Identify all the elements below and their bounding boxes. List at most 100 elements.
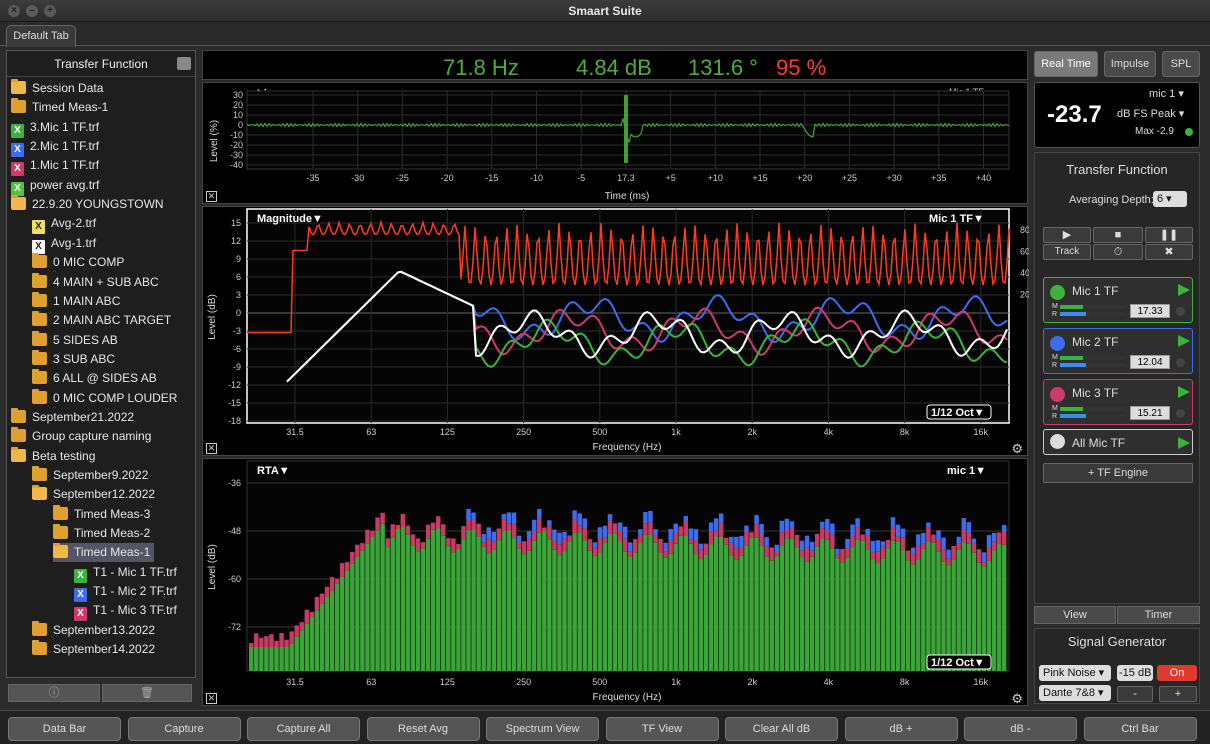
view-button[interactable]: View [1034, 606, 1116, 624]
rta-bar [799, 557, 805, 671]
tree-item[interactable]: 0 MIC COMP [32, 253, 124, 272]
tree-item[interactable]: 5 SIDES AB [32, 330, 118, 350]
tab-default[interactable]: Default Tab [6, 25, 76, 47]
transfer-function-plot[interactable]: Level (dB) Frequency (Hz) 15 12 9 6 3 0 -3 -6 -9… [202, 206, 1029, 457]
rta-smoothing-label[interactable]: 1/12 Oct▼ [931, 657, 985, 669]
delete-icon[interactable]: 🗑 [102, 684, 192, 702]
cmd-button-capture-all[interactable]: Capture All [247, 717, 360, 741]
tree-item[interactable]: 0 MIC COMP LOUDER [32, 388, 177, 408]
tree-item[interactable]: Group capture naming [11, 427, 151, 446]
rta-source-label[interactable]: mic 1▼ [947, 465, 986, 477]
tree-item[interactable]: X 2.Mic 1 TF.trf [11, 137, 99, 158]
rta-bar [825, 539, 830, 671]
tf-engine-3[interactable]: Mic 3 TF M R 15.21 [1043, 379, 1193, 425]
tf-engine-2[interactable]: Mic 2 TF M R 12.04 [1043, 328, 1193, 374]
tf-engine-1[interactable]: Mic 1 TF M R 17.33 [1043, 277, 1193, 323]
delay-value[interactable]: 12.04 [1130, 355, 1170, 369]
tree-item[interactable]: September21.2022 [11, 407, 134, 427]
signal-type-select[interactable]: Pink Noise ▾ [1039, 665, 1111, 681]
cmd-button-tf-view[interactable]: TF View [605, 717, 719, 741]
rta-bar [825, 530, 830, 540]
stop-icon[interactable]: ■ [1093, 227, 1143, 243]
rta-scale-label[interactable]: RTA▼ [257, 465, 290, 477]
signal-output-select[interactable]: Dante 7&8 ▾ [1039, 685, 1111, 701]
tree-item[interactable]: September13.2022 [32, 620, 155, 640]
meter-unit-select[interactable]: dB FS Peak ▾ [1117, 107, 1184, 120]
meter-max: Max -2.9 [1135, 126, 1174, 137]
close-plot-icon[interactable]: ✕ [206, 693, 217, 704]
rta-plot[interactable]: Level (dB) Frequency (Hz) -36 -48 -60 -72 31… [202, 458, 1028, 706]
tree-item[interactable]: Timed Meas-2 [53, 524, 150, 543]
tree-item[interactable]: 22.9.20 YOUNGSTOWN [11, 195, 164, 214]
sidebar-menu-icon[interactable] [177, 57, 191, 70]
tree-item[interactable]: Session Data [11, 79, 103, 98]
close-plot-icon[interactable]: ✕ [206, 443, 217, 454]
settings-gear-icon[interactable]: ⚙ [1011, 691, 1023, 707]
timer-button[interactable]: Timer [1117, 606, 1200, 624]
tree-item[interactable]: Timed Meas-1 [11, 98, 108, 117]
tools-icon[interactable]: ✖ [1145, 244, 1193, 260]
cmd-button-db-[interactable]: dB - [964, 717, 1077, 741]
play-icon[interactable] [1178, 386, 1190, 398]
tf-coherence-tick: 20 [1020, 290, 1029, 300]
tree-item[interactable]: September12.2022 [32, 485, 155, 504]
all-mic-tf-group[interactable]: All Mic TF [1043, 429, 1193, 455]
level-down-button[interactable]: - [1117, 686, 1153, 702]
tree-item[interactable]: 1 MAIN ABC [32, 291, 120, 311]
cmd-button-ctrl-bar[interactable]: Ctrl Bar [1083, 717, 1197, 741]
tree-item[interactable]: September14.2022 [32, 640, 155, 659]
rta-bar [724, 537, 729, 545]
mode-spl-button[interactable]: SPL [1162, 51, 1200, 77]
tf-smoothing-label[interactable]: 1/12 Oct▼ [931, 407, 985, 419]
tree-item[interactable]: X T1 - Mic 1 TF.trf [74, 563, 177, 583]
cmd-button-capture[interactable]: Capture [127, 717, 241, 741]
rta-bar [537, 532, 542, 671]
close-plot-icon[interactable]: ✕ [206, 191, 217, 202]
tree-item[interactable]: September9.2022 [32, 466, 148, 485]
tree-item[interactable]: Timed Meas-3 [53, 504, 150, 524]
tree-item[interactable]: Beta testing [11, 446, 95, 466]
impulse-peak [624, 95, 628, 163]
add-tf-engine-button[interactable]: + TF Engine [1043, 463, 1193, 483]
rta-bar [587, 539, 593, 551]
signal-level-field[interactable]: -15 dB [1117, 665, 1153, 681]
cmd-button-reset-avg[interactable]: Reset Avg [366, 717, 480, 741]
tf-scale-label[interactable]: Magnitude▼ [257, 213, 323, 225]
tree-item[interactable]: Timed Meas-1 [53, 543, 155, 563]
mode-impulse-button[interactable]: Impulse [1104, 51, 1156, 77]
signal-on-button[interactable]: On [1157, 665, 1197, 681]
delay-value[interactable]: 15.21 [1130, 406, 1170, 420]
rta-bar [648, 534, 653, 671]
tree-item[interactable]: 6 ALL @ SIDES AB [32, 369, 157, 388]
track-button[interactable]: Track [1043, 244, 1091, 260]
tree-item[interactable]: X 3.Mic 1 TF.trf [11, 118, 99, 138]
cmd-button-spectrum-view[interactable]: Spectrum View [486, 717, 599, 741]
tree-item[interactable]: X T1 - Mic 2 TF.trf [74, 582, 177, 603]
mode-real-time-button[interactable]: Real Time [1034, 51, 1098, 77]
tf-source-label[interactable]: Mic 1 TF▼ [929, 213, 984, 225]
cmd-button-db-[interactable]: dB + [844, 717, 958, 741]
tree-item[interactable]: 2 MAIN ABC TARGET [32, 311, 171, 330]
level-up-button[interactable]: + [1159, 686, 1197, 702]
tree-item[interactable]: 3 SUB ABC [32, 349, 115, 369]
cmd-button-data-bar[interactable]: Data Bar [8, 717, 121, 741]
info-button[interactable]: ⓘ [8, 684, 100, 702]
tree-item[interactable]: X Avg-2.trf [32, 214, 96, 235]
cmd-button-clear-all-db[interactable]: Clear All dB [725, 717, 838, 741]
tree-item[interactable]: Xpower avg.trf [11, 176, 99, 196]
averaging-depth-select[interactable]: 6 ▾ [1153, 191, 1187, 207]
tree-item[interactable]: X 1.Mic 1 TF.trf [11, 156, 99, 177]
impulse-plot[interactable]: Lin▼ Mic 1 TF Level (%) Time (ms) 302010… [202, 82, 1028, 204]
play-icon[interactable] [1178, 284, 1190, 296]
tree-item[interactable]: 4 MAIN + SUB ABC [32, 272, 159, 292]
play-icon[interactable] [1178, 335, 1190, 347]
tree-item[interactable]: X T1 - Mic 3 TF.trf [74, 601, 177, 622]
timer-icon[interactable]: ⏱ [1093, 244, 1143, 260]
play-icon[interactable]: ▶ [1043, 227, 1091, 243]
pause-icon[interactable]: ❚❚ [1145, 227, 1193, 243]
delay-value[interactable]: 17.33 [1130, 304, 1170, 318]
play-icon[interactable] [1178, 437, 1190, 449]
meter-source-select[interactable]: mic 1 ▾ [1149, 87, 1184, 100]
settings-gear-icon[interactable]: ⚙ [1011, 441, 1023, 457]
tree-item[interactable]: X Avg-1.trf [32, 234, 96, 254]
